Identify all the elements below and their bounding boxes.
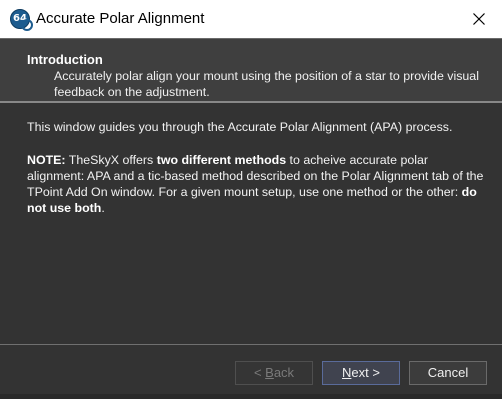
back-button-rest: ack <box>273 365 295 380</box>
back-button-prefix: < <box>253 365 266 380</box>
wizard-window: 64 Accurate Polar Alignment Introduction… <box>0 0 502 399</box>
cancel-button[interactable]: Cancel <box>409 361 487 385</box>
footer-divider <box>0 344 502 345</box>
next-button[interactable]: Next > <box>322 361 400 385</box>
intro-text: This window guides you through the Accur… <box>27 120 453 134</box>
note-emphasis-methods: two different methods <box>156 153 287 167</box>
close-icon <box>473 13 485 25</box>
note-label: NOTE: <box>27 153 66 167</box>
title-bar: 64 Accurate Polar Alignment <box>0 0 502 38</box>
page-title: Introduction <box>27 52 103 67</box>
back-button[interactable]: < Back <box>235 361 313 385</box>
note-text-3: . <box>101 201 105 215</box>
page-description: Accurately polar align your mount using … <box>54 69 479 99</box>
wizard-header: Introduction Accurately polar align your… <box>0 38 502 101</box>
header-divider <box>0 101 502 103</box>
note-text-1: TheSkyX offers <box>65 153 157 167</box>
next-button-rest: ext > <box>351 365 380 380</box>
next-button-accel: N <box>342 365 352 380</box>
window-title: Accurate Polar Alignment <box>36 10 205 27</box>
back-button-accel: B <box>265 365 274 380</box>
app-icon-ring <box>21 19 33 31</box>
close-button[interactable] <box>456 0 502 38</box>
note-paragraph: NOTE: TheSkyX offers two different metho… <box>27 152 487 216</box>
wizard-content: This window guides you through the Accur… <box>27 119 487 216</box>
app-icon: 64 <box>10 9 33 31</box>
background-strip <box>0 394 502 399</box>
